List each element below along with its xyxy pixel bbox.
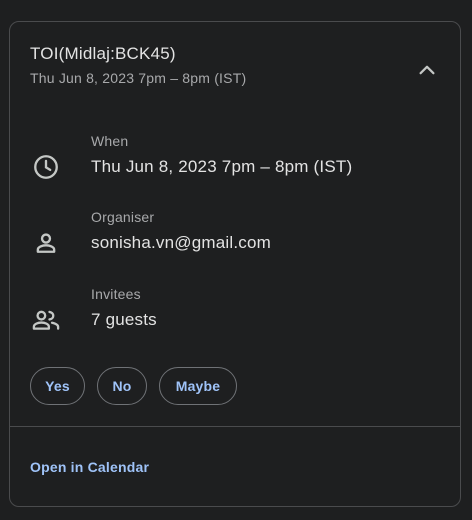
- organiser-email: sonisha.vn@gmail.com: [91, 233, 271, 252]
- people-icon: [30, 304, 62, 336]
- rsvp-maybe-button[interactable]: Maybe: [159, 367, 237, 405]
- rsvp-buttons: Yes No Maybe: [30, 367, 237, 405]
- clock-icon: [30, 151, 62, 183]
- event-time-summary: Thu Jun 8, 2023 7pm – 8pm (IST): [30, 70, 247, 86]
- collapse-button[interactable]: [412, 55, 442, 85]
- event-header: TOI(Midlaj:BCK45) Thu Jun 8, 2023 7pm – …: [10, 22, 460, 122]
- divider: [10, 426, 460, 427]
- rsvp-yes-button[interactable]: Yes: [30, 367, 85, 405]
- organiser-row: Organiser sonisha.vn@gmail.com: [10, 209, 460, 269]
- event-title: TOI(Midlaj:BCK45): [30, 44, 176, 63]
- open-in-calendar-link[interactable]: Open in Calendar: [30, 459, 149, 475]
- invitees-count: 7 guests: [91, 310, 157, 329]
- chevron-up-icon: [416, 59, 438, 81]
- event-card: TOI(Midlaj:BCK45) Thu Jun 8, 2023 7pm – …: [9, 21, 461, 507]
- when-value: Thu Jun 8, 2023 7pm – 8pm (IST): [91, 157, 353, 176]
- invitees-label: Invitees: [91, 286, 141, 302]
- invitees-row: Invitees 7 guests: [10, 286, 460, 346]
- when-label: When: [91, 133, 129, 149]
- when-row: When Thu Jun 8, 2023 7pm – 8pm (IST): [10, 133, 460, 193]
- rsvp-no-button[interactable]: No: [97, 367, 147, 405]
- organiser-label: Organiser: [91, 209, 155, 225]
- person-icon: [30, 227, 62, 259]
